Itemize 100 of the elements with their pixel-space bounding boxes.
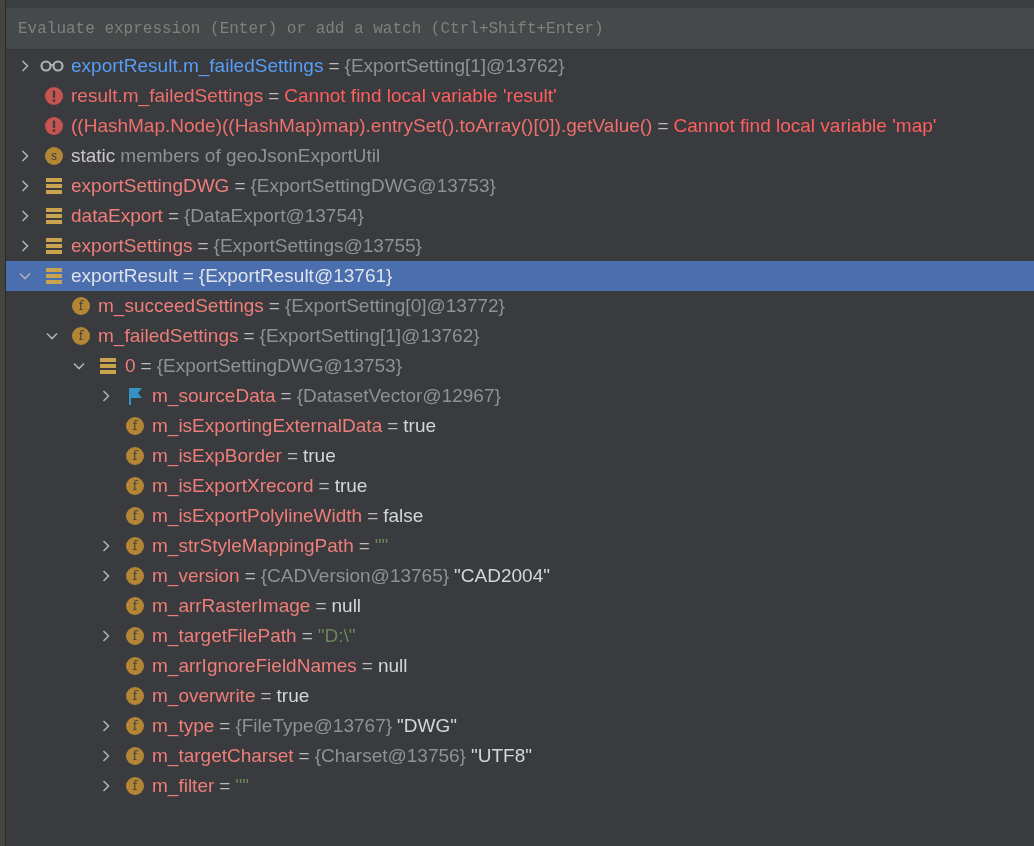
tree-row[interactable]: exportResult.m_failedSettings = {ExportSetting[1]@13762} [6, 51, 1034, 81]
variable-name: exportSettings [71, 233, 193, 258]
tree-row[interactable]: f m_type = {FileType@13767} "DWG" [6, 711, 1034, 741]
variable-icon [46, 208, 62, 224]
tree-row[interactable]: f m_filter = "" [6, 771, 1034, 801]
field-badge-icon: f [72, 327, 90, 345]
field-badge-icon: f [126, 657, 144, 675]
equals-sign: = [298, 743, 310, 768]
equals-sign: = [182, 263, 194, 288]
tree-row[interactable]: f m_arrRasterImage = null [6, 591, 1034, 621]
equals-sign: = [280, 383, 292, 408]
string-value: "" [235, 773, 249, 798]
variable-name: m_type [152, 713, 215, 739]
equals-sign: = [318, 473, 330, 498]
equals-sign: = [167, 203, 179, 228]
field-badge-icon: f [126, 507, 144, 525]
tree-row[interactable]: f m_targetFilePath = "D:\" [6, 621, 1034, 651]
object-reference: {Charset@13756} [314, 743, 466, 768]
variable-name: dataExport [71, 203, 163, 228]
object-reference: {ExportSetting[0]@13772} [284, 293, 505, 318]
tree-row[interactable]: exportSettingDWG = {ExportSettingDWG@13753} [6, 171, 1034, 201]
variable-name: m_strStyleMappingPath [152, 533, 354, 559]
tree-row[interactable]: result.m_failedSettings = Cannot find local variable 'result' [6, 81, 1034, 111]
object-reference: {CADVersion@13765} [260, 563, 450, 588]
equals-sign: = [367, 503, 379, 528]
object-reference: {DatasetVector@12967} [296, 383, 501, 408]
field-badge-icon: f [126, 597, 144, 615]
error-icon [45, 117, 63, 135]
equals-sign: = [286, 443, 298, 468]
tree-row[interactable]: exportSettings = {ExportSettings@13755} [6, 231, 1034, 261]
equals-sign: = [219, 713, 231, 738]
field-badge-icon: f [126, 747, 144, 765]
tree-row[interactable]: f m_succeedSettings = {ExportSetting[0]@13772} [6, 291, 1034, 321]
flag-icon [127, 387, 143, 405]
object-reference: {ExportSettingDWG@13753} [156, 353, 402, 378]
field-badge-icon: f [126, 417, 144, 435]
equals-sign: = [301, 623, 313, 648]
tree-row[interactable]: f m_strStyleMappingPath = "" [6, 531, 1034, 561]
equals-sign: = [140, 353, 152, 378]
equals-sign: = [243, 323, 255, 348]
value-text: false [383, 503, 424, 528]
tree-row[interactable]: 0 = {ExportSettingDWG@13753} [6, 351, 1034, 381]
field-badge-icon: f [126, 627, 144, 645]
equals-sign: = [219, 773, 231, 798]
field-badge-icon: f [126, 717, 144, 735]
string-value: "" [374, 533, 389, 558]
tree-row[interactable]: f m_version = {CADVersion@13765} "CAD2004" [6, 561, 1034, 591]
expression-field[interactable]: Evaluate expression (Enter) or add a watch (Ctrl+Shift+Enter) [6, 8, 1034, 50]
equals-sign: = [268, 83, 280, 108]
tree-row[interactable]: f m_failedSettings = {ExportSetting[1]@13762} [6, 321, 1034, 351]
variable-name: m_arrRasterImage [152, 593, 311, 619]
equals-sign: = [657, 113, 669, 138]
equals-sign: = [361, 653, 373, 678]
string-value: "D:\" [317, 623, 356, 648]
watch-glasses-icon [40, 60, 64, 72]
variable-name: exportSettingDWG [71, 173, 230, 198]
tree-row[interactable]: s static members of geoJsonExportUtil [6, 141, 1034, 171]
tree-row[interactable]: ((HashMap.Node)((HashMap)map).entrySet().toArray()[0]).getValue() = Cannot find local variable 'map' [6, 111, 1034, 141]
tree-row[interactable]: f m_overwrite = true [6, 681, 1034, 711]
object-reference: {ExportSetting[1]@13762} [344, 53, 565, 78]
tree-row[interactable]: exportResult = {ExportResult@13761} [6, 261, 1034, 291]
equals-sign: = [260, 683, 272, 708]
tree-row[interactable]: f m_isExportingExternalData = true [6, 411, 1034, 441]
tree-row[interactable]: f m_arrIgnoreFieldNames = null [6, 651, 1034, 681]
equals-sign: = [197, 233, 209, 258]
variable-name: m_isExportPolylineWidth [152, 503, 363, 529]
value-text: true [303, 443, 336, 468]
tree-row[interactable]: dataExport = {DataExport@13754} [6, 201, 1034, 231]
equals-sign: = [358, 533, 370, 558]
tree-row[interactable]: f m_isExportPolylineWidth = false [6, 501, 1034, 531]
equals-sign: = [244, 563, 256, 588]
equals-sign: = [315, 593, 327, 618]
value-text: "CAD2004" [454, 563, 550, 588]
error-message: Cannot find local variable 'result' [284, 83, 557, 108]
static-label: static [71, 143, 116, 168]
tree-row[interactable]: f m_isExpBorder = true [6, 441, 1034, 471]
variable-name: m_isExportXrecord [152, 473, 314, 499]
equals-sign: = [268, 293, 280, 318]
variable-name: ((HashMap.Node)((HashMap)map).entrySet().toArray()[0]).getValue() [71, 113, 653, 138]
field-badge-icon: f [72, 297, 90, 315]
variable-name: m_sourceData [152, 383, 276, 409]
tree-row[interactable]: f m_isExportXrecord = true [6, 471, 1034, 501]
object-reference: {ExportSettingDWG@13753} [250, 173, 496, 198]
field-badge-icon: f [126, 567, 144, 585]
field-badge-icon: f [126, 537, 144, 555]
variable-icon [100, 358, 116, 374]
value-text: "DWG" [397, 713, 457, 738]
equals-sign: = [387, 413, 399, 438]
field-badge-icon: f [126, 687, 144, 705]
object-reference: {DataExport@13754} [184, 203, 364, 228]
variable-name: exportResult [71, 263, 178, 288]
value-text: "UTF8" [470, 743, 532, 768]
field-badge-icon: f [126, 777, 144, 795]
variable-name: m_isExpBorder [152, 443, 282, 469]
variable-name: m_arrIgnoreFieldNames [152, 653, 357, 679]
tree-row[interactable]: f m_targetCharset = {Charset@13756} "UTF8" [6, 741, 1034, 771]
equals-sign: = [234, 173, 246, 198]
variable-icon [46, 238, 62, 254]
tree-row[interactable]: m_sourceData = {DatasetVector@12967} [6, 381, 1034, 411]
variable-name: m_version [152, 563, 240, 589]
